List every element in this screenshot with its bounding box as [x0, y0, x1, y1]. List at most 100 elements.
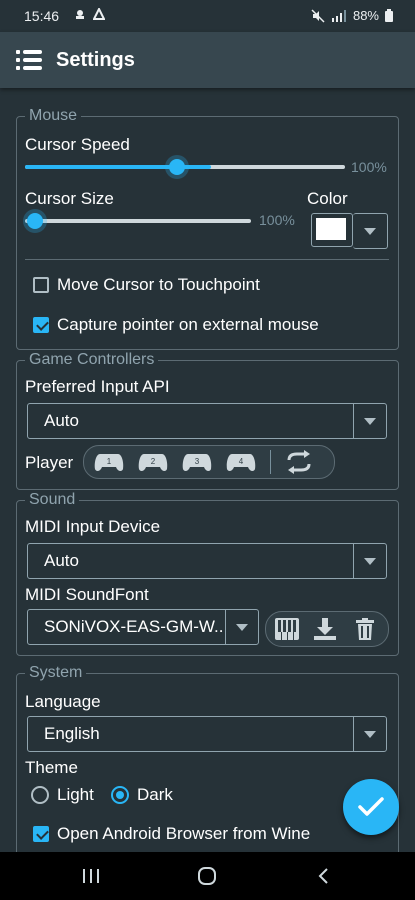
- settings-content[interactable]: Mouse Cursor Speed 100% Cursor Size 100%…: [0, 88, 415, 852]
- cursor-speed-slider[interactable]: [25, 165, 345, 169]
- move-cursor-checkbox[interactable]: [33, 277, 49, 293]
- move-cursor-label[interactable]: Move Cursor to Touchpoint: [57, 275, 260, 295]
- game-controllers-legend: Game Controllers: [25, 351, 159, 369]
- theme-dark-radio[interactable]: [111, 786, 129, 804]
- trash-icon: [356, 618, 374, 640]
- language-label: Language: [25, 692, 101, 711]
- swap-icon: [287, 450, 311, 474]
- swap-controllers-button[interactable]: [284, 450, 314, 474]
- app-bar: Settings: [0, 32, 415, 88]
- player-4-button[interactable]: 4: [226, 450, 256, 474]
- download-icon: [314, 618, 336, 640]
- app-notification-icon: [92, 6, 106, 20]
- chevron-down-icon: [364, 417, 376, 425]
- sound-group: Sound MIDI Input Device Auto MIDI SoundF…: [16, 491, 399, 656]
- chevron-down-icon: [364, 557, 376, 565]
- game-controllers-group: Game Controllers Preferred Input API Aut…: [16, 351, 399, 490]
- theme-dark-label[interactable]: Dark: [137, 785, 173, 805]
- player-2-button[interactable]: 2: [138, 450, 168, 474]
- midi-input-dropdown-arrow[interactable]: [353, 544, 386, 578]
- home-button[interactable]: [192, 866, 222, 886]
- cursor-color-dropdown[interactable]: [353, 213, 388, 249]
- cursor-color-dropdown-arrow[interactable]: [353, 214, 387, 248]
- status-time: 15:46: [24, 8, 60, 24]
- mute-icon: [311, 8, 325, 23]
- confirm-button[interactable]: [343, 779, 399, 835]
- player-3-button[interactable]: 3: [182, 450, 212, 474]
- cursor-speed-value: 100%: [351, 159, 387, 175]
- cursor-size-value: 100%: [259, 212, 295, 228]
- mouse-divider: [25, 259, 389, 260]
- back-button[interactable]: [308, 866, 338, 886]
- open-browser-label[interactable]: Open Android Browser from Wine: [57, 824, 310, 844]
- theme-light-label[interactable]: Light: [57, 785, 94, 805]
- battery-icon: [385, 9, 393, 22]
- soundfont-piano-button[interactable]: [272, 617, 302, 641]
- language-dropdown-arrow[interactable]: [353, 717, 386, 751]
- player-2-number: 2: [151, 457, 156, 466]
- sound-legend: Sound: [25, 491, 80, 509]
- player-1-number: 1: [107, 457, 112, 466]
- player-1-button[interactable]: 1: [94, 450, 124, 474]
- gamepad-icon: 4: [226, 454, 256, 472]
- cursor-speed-thumb[interactable]: [169, 159, 185, 175]
- language-value: English: [44, 724, 100, 743]
- mouse-group: Mouse Cursor Speed 100% Cursor Size 100%…: [16, 107, 399, 350]
- capture-pointer-label[interactable]: Capture pointer on external mouse: [57, 315, 319, 335]
- soundfont-install-button[interactable]: [310, 617, 340, 641]
- signal-icon: [331, 9, 346, 22]
- notification-icon: [76, 10, 84, 19]
- player-selector: 1 2 3 4: [83, 445, 335, 479]
- system-nav-bar: [0, 852, 415, 900]
- soundfont-actions: [265, 611, 389, 647]
- cursor-color-sample: [316, 218, 346, 240]
- notification-icons: [74, 6, 106, 23]
- battery-percent: 88%: [352, 8, 379, 23]
- gamepad-icon: 3: [182, 454, 212, 472]
- language-dropdown[interactable]: English: [27, 716, 387, 752]
- input-api-dropdown[interactable]: Auto: [27, 403, 387, 439]
- theme-light-radio[interactable]: [31, 786, 49, 804]
- system-group: System Language English Theme Light Dark…: [16, 664, 399, 852]
- cursor-speed-label: Cursor Speed: [25, 135, 130, 154]
- input-api-label: Preferred Input API: [25, 377, 170, 396]
- cursor-size-thumb[interactable]: [27, 213, 43, 229]
- gamepad-icon: 2: [138, 454, 168, 472]
- soundfont-dropdown[interactable]: SONiVOX-EAS-GM-W..: [27, 609, 259, 645]
- midi-input-label: MIDI Input Device: [25, 517, 161, 536]
- mouse-legend: Mouse: [25, 107, 82, 125]
- recents-icon: [83, 869, 99, 883]
- back-icon: [318, 868, 328, 884]
- status-bar: 15:46 88%: [0, 0, 415, 32]
- capture-pointer-checkbox[interactable]: [33, 317, 49, 333]
- check-icon: [358, 797, 384, 816]
- cursor-size-slider[interactable]: [25, 219, 251, 223]
- color-label: Color: [307, 189, 348, 208]
- gamepad-icon: 1: [94, 454, 124, 472]
- player-separator: [270, 450, 271, 474]
- chevron-down-icon: [364, 227, 376, 235]
- input-api-value: Auto: [44, 411, 79, 430]
- cursor-size-label: Cursor Size: [25, 189, 114, 208]
- system-legend: System: [25, 664, 87, 682]
- soundfont-dropdown-arrow[interactable]: [225, 610, 258, 644]
- piano-icon: [275, 618, 299, 640]
- player-4-number: 4: [239, 457, 244, 466]
- chevron-down-icon: [364, 730, 376, 738]
- input-api-dropdown-arrow[interactable]: [353, 404, 386, 438]
- page-title: Settings: [56, 49, 135, 71]
- chevron-down-icon: [236, 623, 248, 631]
- soundfont-label: MIDI SoundFont: [25, 585, 149, 604]
- soundfont-value: SONiVOX-EAS-GM-W..: [44, 617, 224, 636]
- player-3-number: 3: [195, 457, 200, 466]
- cursor-color-swatch[interactable]: [311, 213, 353, 247]
- midi-input-value: Auto: [44, 551, 79, 570]
- theme-label: Theme: [25, 758, 78, 777]
- home-icon: [198, 867, 216, 885]
- midi-input-dropdown[interactable]: Auto: [27, 543, 387, 579]
- recents-button[interactable]: [76, 866, 106, 886]
- soundfont-delete-button[interactable]: [350, 617, 380, 641]
- player-label: Player: [25, 453, 74, 472]
- open-browser-checkbox[interactable]: [33, 826, 49, 842]
- menu-icon[interactable]: [16, 50, 42, 70]
